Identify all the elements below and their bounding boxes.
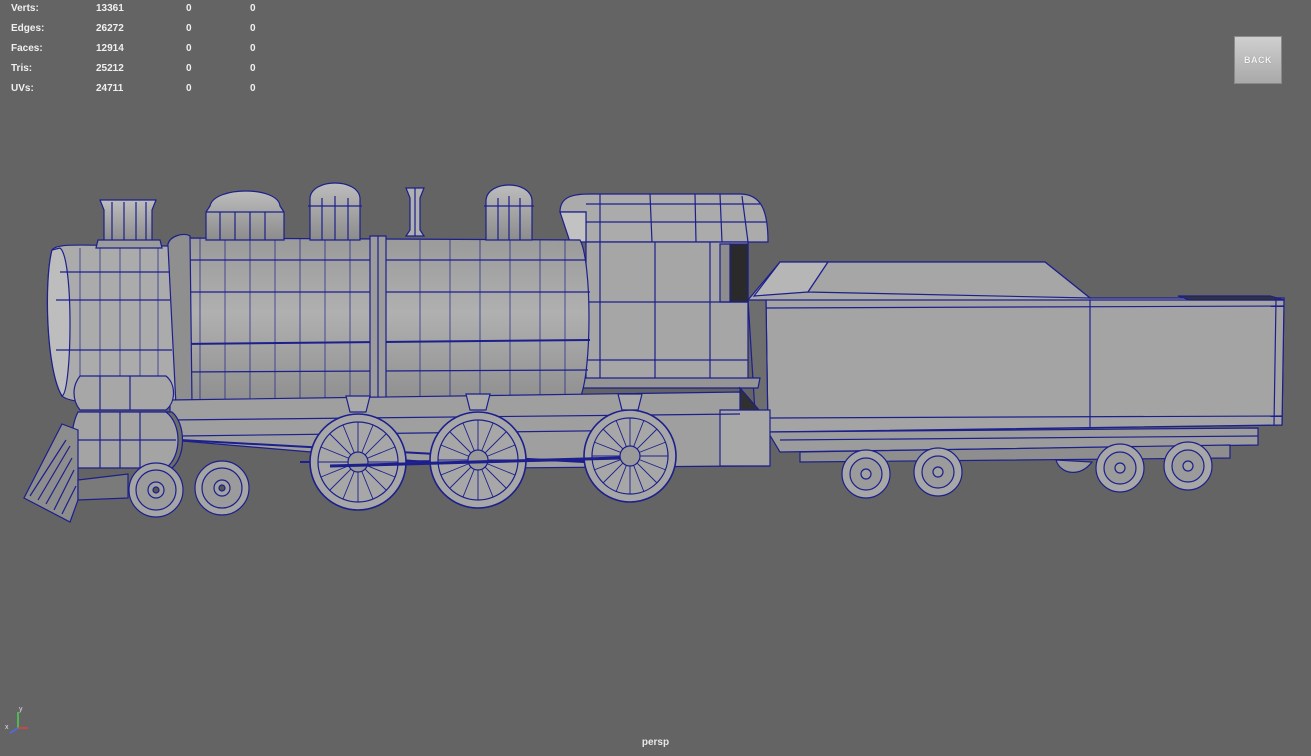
steam-dome-3[interactable] xyxy=(484,184,534,241)
driver-wheel-1[interactable] xyxy=(309,413,407,511)
smokestack[interactable] xyxy=(95,199,163,249)
perspective-viewport[interactable] xyxy=(0,0,1311,756)
hud-value: 0 xyxy=(186,3,192,14)
hud-value: 0 xyxy=(250,63,256,74)
pilot-wheel-2[interactable] xyxy=(194,460,250,516)
hud-label: UVs: xyxy=(11,83,34,94)
tender-wheel-2[interactable] xyxy=(913,447,963,497)
hud-value: 0 xyxy=(186,63,192,74)
tender-wheel-3[interactable] xyxy=(1095,443,1145,493)
hud-label: Edges: xyxy=(11,23,45,34)
axis-gizmo-icon: y x xyxy=(4,704,30,734)
hud-value: 0 xyxy=(186,43,192,54)
hud-label: Tris: xyxy=(11,63,33,74)
pilot-wheel-1[interactable] xyxy=(128,462,184,518)
steam-dome-2[interactable] xyxy=(308,182,362,241)
view-cube-back-face[interactable]: BACK xyxy=(1234,36,1282,84)
hud-value: 0 xyxy=(250,83,256,94)
steam-dome-1[interactable] xyxy=(205,190,285,241)
hud-value: 0 xyxy=(186,23,192,34)
hud-value: 0 xyxy=(186,83,192,94)
steam-cylinder[interactable] xyxy=(71,375,183,469)
hud-label: Faces: xyxy=(11,43,43,54)
tender-wheel-4[interactable] xyxy=(1163,441,1213,491)
whistle[interactable] xyxy=(404,187,426,237)
hud-value: 24711 xyxy=(96,83,124,94)
hud-value: 13361 xyxy=(96,3,124,14)
axis-x-label: x xyxy=(5,724,9,731)
hud-label: Verts: xyxy=(11,3,39,14)
hud-value: 12914 xyxy=(96,43,124,54)
camera-name-label: persp xyxy=(641,737,670,748)
hud-value: 0 xyxy=(250,43,256,54)
hud-value: 0 xyxy=(250,3,256,14)
hud-value: 26272 xyxy=(96,23,124,34)
train-model-wireframe[interactable] xyxy=(0,0,1311,756)
tender-wheel-1[interactable] xyxy=(841,449,891,499)
driver-wheel-3[interactable] xyxy=(583,409,677,503)
hud-value: 25212 xyxy=(96,63,124,74)
hud-value: 0 xyxy=(250,23,256,34)
view-cube-label: BACK xyxy=(1244,55,1272,65)
tender-car[interactable] xyxy=(747,261,1285,463)
axis-y-label: y xyxy=(19,706,23,713)
